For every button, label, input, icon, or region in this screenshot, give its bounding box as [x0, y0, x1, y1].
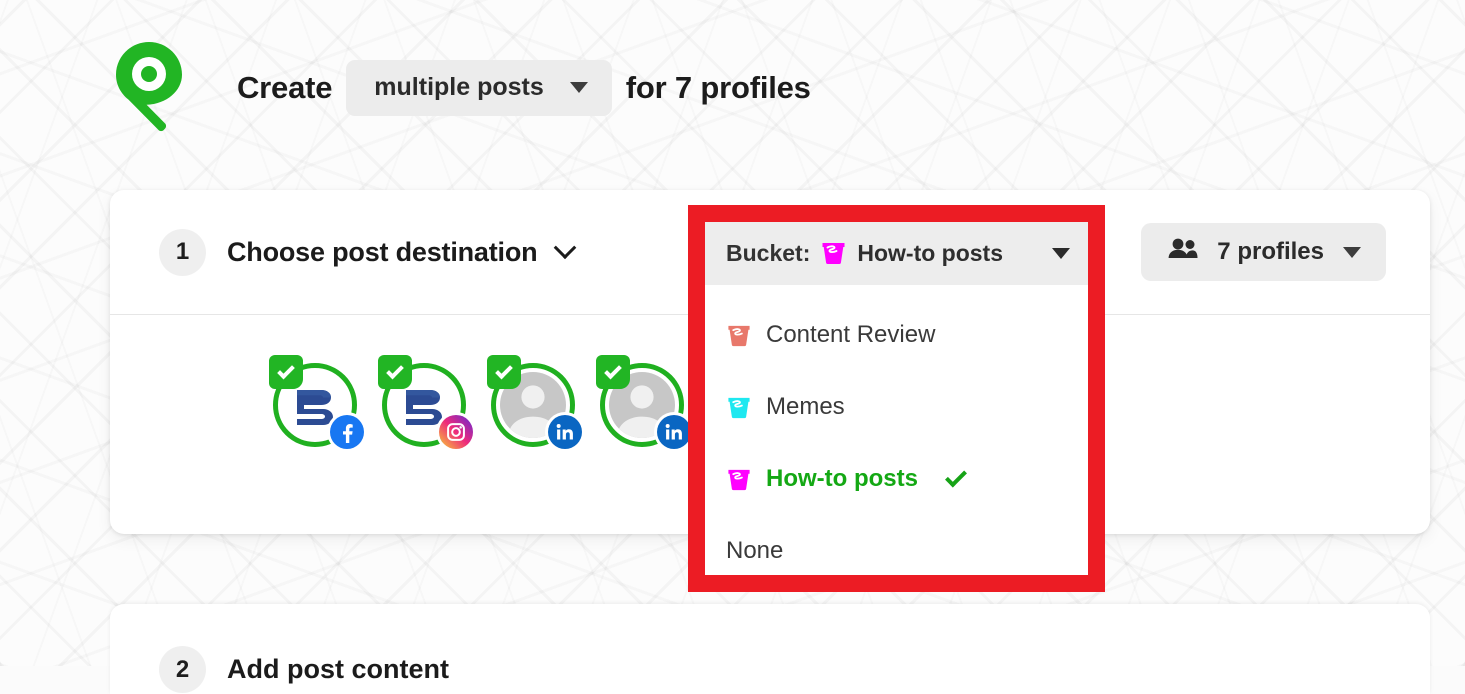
- people-icon: [1168, 238, 1198, 266]
- page-header: Create multiple posts for 7 profiles: [0, 0, 1465, 175]
- bucket-option-memes[interactable]: Memes: [705, 371, 1088, 443]
- profile-avatar-linkedin-2[interactable]: [596, 355, 691, 449]
- selected-check-badge: [269, 355, 303, 389]
- bucket-icon-coral: [726, 323, 750, 347]
- bucket-option-label: Content Review: [766, 321, 936, 348]
- selected-check-badge: [596, 355, 630, 389]
- bucket-option-label: Memes: [766, 393, 845, 420]
- bucket-option-none[interactable]: None: [705, 515, 1088, 587]
- step-number-badge: 2: [159, 646, 206, 693]
- bucket-option-label: None: [726, 537, 784, 564]
- chevron-down-icon: [1052, 248, 1070, 259]
- bucket-option-label: How-to posts: [766, 465, 918, 492]
- add-post-content-card: 2 Add post content: [110, 604, 1430, 694]
- profile-avatar-linkedin-1[interactable]: [487, 355, 582, 449]
- step-number-badge: 1: [159, 228, 206, 276]
- chevron-down-icon: [569, 82, 588, 93]
- checkmark-icon: [945, 465, 967, 487]
- chevron-down-icon[interactable]: [554, 236, 577, 260]
- linkedin-icon: [657, 415, 691, 449]
- bucket-icon-magenta: [820, 240, 847, 267]
- profile-avatar-instagram[interactable]: [378, 355, 473, 449]
- facebook-icon: [330, 415, 364, 449]
- bucket-options-list: Content Review Memes How-to posts None: [705, 285, 1088, 587]
- linkedin-icon: [548, 415, 582, 449]
- post-type-dropdown[interactable]: multiple posts: [346, 59, 612, 116]
- bucket-option-content-review[interactable]: Content Review: [705, 299, 1088, 371]
- selected-check-badge: [378, 355, 412, 389]
- post-type-label: multiple posts: [374, 73, 544, 101]
- bucket-dropdown-highlight-box: Bucket: How-to posts Content Review Meme…: [688, 205, 1105, 592]
- profile-avatar-facebook[interactable]: [269, 355, 364, 449]
- bucket-label: Bucket:: [726, 240, 811, 266]
- bucket-selected-value: How-to posts: [857, 240, 1004, 266]
- profiles-count-label: for 7 profiles: [625, 69, 811, 105]
- app-logo-icon: [113, 40, 185, 136]
- profiles-button-label: 7 profiles: [1217, 238, 1324, 265]
- checkmark-icon: [495, 361, 513, 379]
- bucket-icon-magenta: [726, 467, 750, 491]
- checkmark-icon: [277, 361, 295, 379]
- bucket-icon-cyan: [726, 395, 750, 419]
- checkmark-icon: [604, 361, 622, 379]
- profiles-selector-button[interactable]: 7 profiles: [1141, 223, 1386, 281]
- chevron-down-icon: [1343, 246, 1361, 258]
- instagram-icon: [439, 415, 473, 449]
- selected-check-badge: [487, 355, 521, 389]
- content-card-title: Add post content: [227, 654, 449, 684]
- page-title: Choose post destination: [227, 236, 538, 267]
- bucket-dropdown: Bucket: How-to posts Content Review Meme…: [705, 222, 1088, 575]
- bucket-option-how-to-posts[interactable]: How-to posts: [705, 443, 1088, 515]
- checkmark-icon: [386, 361, 404, 379]
- create-label: Create: [237, 69, 333, 105]
- bucket-dropdown-trigger[interactable]: Bucket: How-to posts: [705, 222, 1088, 285]
